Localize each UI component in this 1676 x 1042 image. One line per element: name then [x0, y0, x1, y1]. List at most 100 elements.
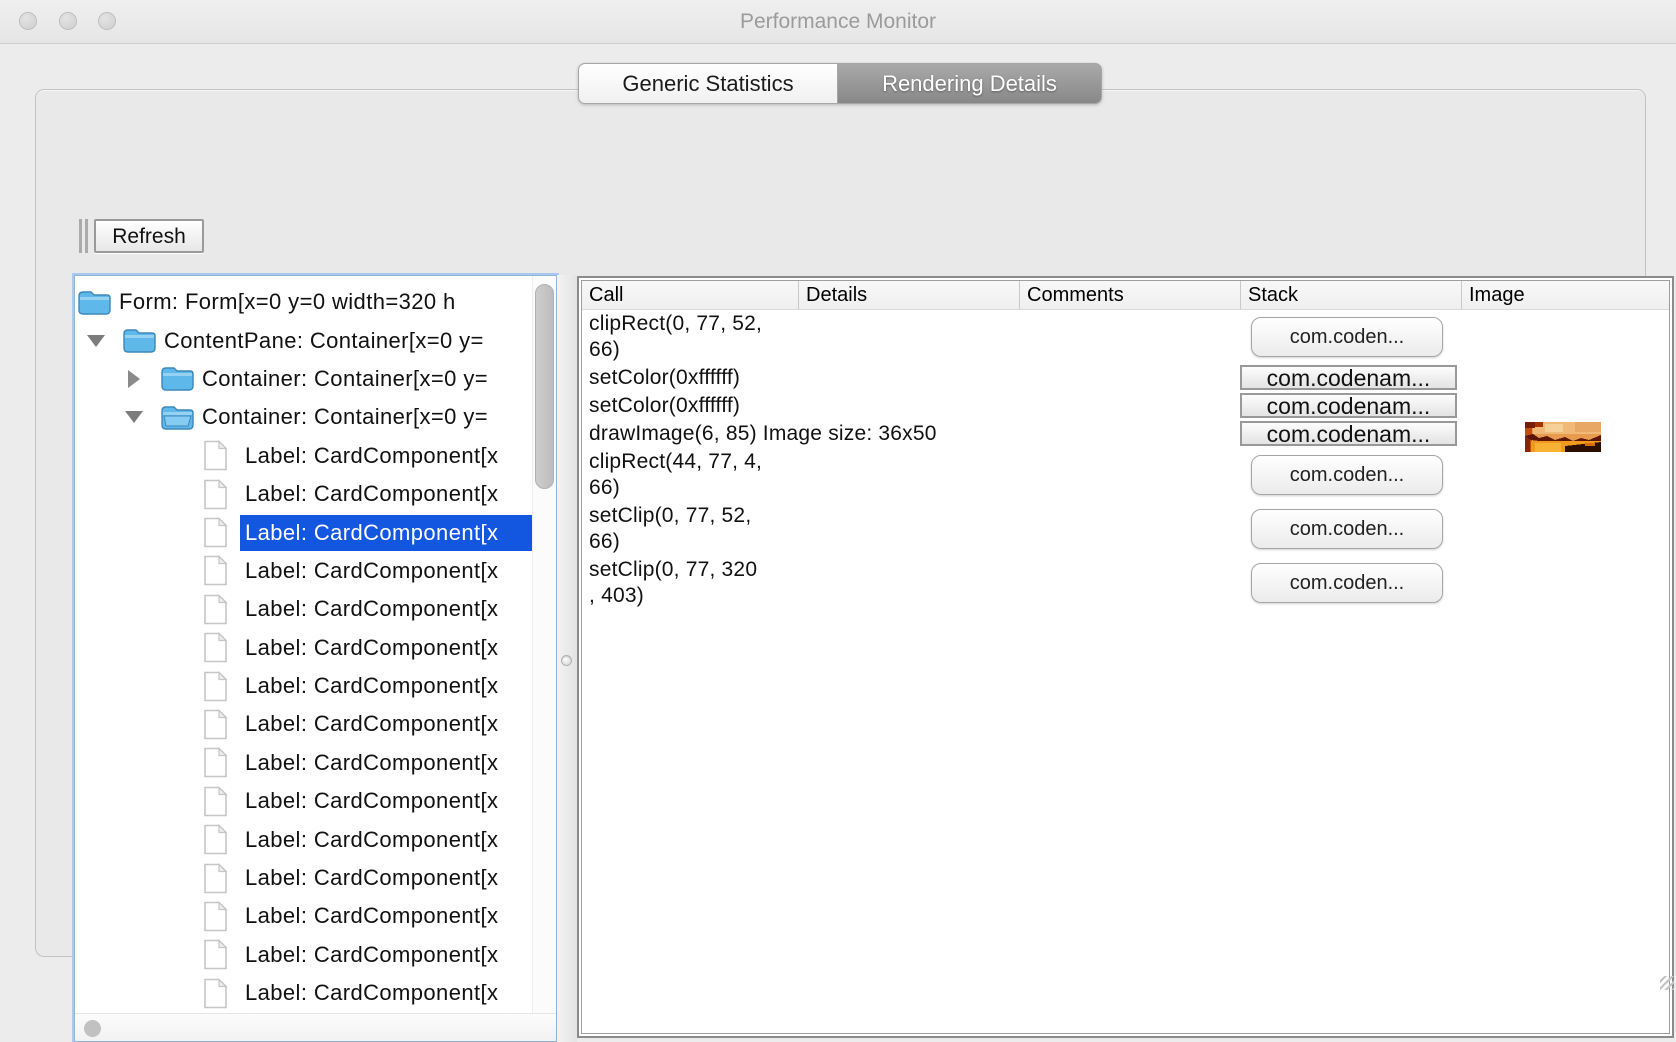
- stack-trace-button[interactable]: com.coden...: [1251, 455, 1443, 495]
- toolbar-grip[interactable]: [79, 219, 82, 253]
- image-cell: [1461, 556, 1669, 610]
- page-icon: [203, 901, 228, 932]
- table-row[interactable]: setClip(0, 77, 52, 66)com.coden...: [582, 502, 1669, 556]
- page-icon: [203, 594, 228, 625]
- column-header-image[interactable]: Image: [1461, 281, 1669, 309]
- details-cell: [798, 448, 1019, 502]
- image-cell: [1461, 310, 1669, 364]
- table-header-row: Call Details Comments Stack Image: [582, 281, 1669, 310]
- tree-item-label: Label: CardComponent[x: [240, 438, 532, 474]
- split-pane-knob-icon: [561, 655, 572, 666]
- tree-item[interactable]: Label: CardComponent[x: [75, 974, 532, 1012]
- tree-item[interactable]: Label: CardComponent[x: [75, 859, 532, 897]
- tree-item[interactable]: Label: CardComponent[x: [75, 629, 532, 667]
- tree-item[interactable]: Container: Container[x=0 y=: [75, 398, 532, 436]
- folder-icon: [122, 327, 156, 354]
- tree-item-label: Label: CardComponent[x: [240, 898, 532, 934]
- tree-item[interactable]: Label: CardComponent[x: [75, 744, 532, 782]
- disclosure-triangle-icon[interactable]: [87, 335, 105, 347]
- tree-item[interactable]: Label: CardComponent[x: [75, 667, 532, 705]
- table-row[interactable]: clipRect(44, 77, 4, 66) com.coden...: [582, 448, 1669, 502]
- details-cell: [798, 310, 1019, 364]
- tree-item-label: Label: CardComponent[x: [240, 975, 532, 1011]
- tree-item-label: Form: Form[x=0 y=0 width=320 h: [114, 284, 532, 320]
- column-header-call[interactable]: Call: [582, 281, 798, 309]
- tree-horizontal-scrollbar[interactable]: [75, 1013, 556, 1041]
- tree-item[interactable]: Label: CardComponent[x: [75, 782, 532, 820]
- tree-item-label: Label: CardComponent[x: [240, 553, 532, 589]
- stack-trace-button[interactable]: com.coden...: [1251, 563, 1443, 603]
- tab-rendering-details[interactable]: Rendering Details: [837, 63, 1102, 104]
- details-cell: [798, 392, 1019, 420]
- tree-item[interactable]: Label: CardComponent[x: [75, 437, 532, 475]
- table-row[interactable]: setClip(0, 77, 320 , 403) com.coden...: [582, 556, 1669, 610]
- comments-cell: [1019, 448, 1240, 502]
- page-icon: [203, 978, 228, 1009]
- tree-horizontal-scrollbar-thumb[interactable]: [84, 1020, 101, 1037]
- stack-cell: com.codenam...: [1240, 364, 1461, 392]
- page-icon: [203, 863, 228, 894]
- tree-item-label: Label: CardComponent[x: [240, 860, 532, 896]
- page-icon: [203, 747, 228, 778]
- tree-item[interactable]: Container: Container[x=0 y=: [75, 360, 532, 398]
- stack-cell: com.coden...: [1240, 556, 1461, 610]
- render-calls-table: Call Details Comments Stack Image clipRe…: [581, 280, 1670, 1034]
- window-title: Performance Monitor: [0, 0, 1676, 44]
- split-pane-divider[interactable]: [557, 275, 577, 1042]
- page-icon: [203, 939, 228, 970]
- disclosure-triangle-icon[interactable]: [125, 370, 143, 388]
- component-tree: Form: Form[x=0 y=0 width=320 h ContentPa…: [75, 283, 532, 1013]
- details-cell: [798, 502, 1019, 556]
- comments-cell: [1019, 364, 1240, 392]
- disclosure-triangle-icon[interactable]: [125, 411, 143, 423]
- tree-item-label: Label: CardComponent[x: [240, 745, 532, 781]
- component-tree-panel: Form: Form[x=0 y=0 width=320 h ContentPa…: [74, 275, 557, 1042]
- table-row[interactable]: setColor(0xffffff)com.codenam...: [582, 392, 1669, 420]
- column-header-comments[interactable]: Comments: [1019, 281, 1240, 309]
- image-cell: [1461, 420, 1669, 448]
- tree-vertical-scrollbar[interactable]: [532, 276, 556, 1013]
- window-resize-grip[interactable]: [1660, 976, 1674, 990]
- table-row[interactable]: drawImage(6, 85) Image size: 36x50com.co…: [582, 420, 1669, 448]
- folder-open-icon: [160, 404, 194, 431]
- tree-item[interactable]: Label: CardComponent[x: [75, 897, 532, 935]
- page-icon: [203, 824, 228, 855]
- tree-item[interactable]: Label: CardComponent[x: [75, 513, 532, 551]
- tree-item-label: Label: CardComponent[x: [240, 783, 532, 819]
- stack-trace-button[interactable]: com.coden...: [1251, 509, 1443, 549]
- tree-item[interactable]: Label: CardComponent[x: [75, 590, 532, 628]
- stack-cell: com.coden...: [1240, 502, 1461, 556]
- stack-cell: com.codenam...: [1240, 420, 1461, 448]
- tree-vertical-scrollbar-thumb[interactable]: [535, 284, 554, 489]
- stack-cell: com.codenam...: [1240, 392, 1461, 420]
- tree-item[interactable]: Label: CardComponent[x: [75, 475, 532, 513]
- comments-cell: [1019, 556, 1240, 610]
- stack-trace-button[interactable]: com.codenam...: [1240, 421, 1457, 446]
- table-row[interactable]: setColor(0xffffff)com.codenam...: [582, 364, 1669, 392]
- tree-item[interactable]: Label: CardComponent[x: [75, 552, 532, 590]
- stack-trace-button[interactable]: com.codenam...: [1240, 393, 1457, 418]
- stack-trace-button[interactable]: com.codenam...: [1240, 365, 1457, 390]
- toolbar-grip[interactable]: [85, 219, 88, 253]
- image-cell: [1461, 392, 1669, 420]
- call-cell: setClip(0, 77, 320 , 403): [582, 556, 798, 610]
- tree-item[interactable]: ContentPane: Container[x=0 y=: [75, 321, 532, 359]
- render-calls-table-panel: Call Details Comments Stack Image clipRe…: [577, 276, 1674, 1038]
- refresh-button[interactable]: Refresh: [94, 219, 204, 253]
- tree-item[interactable]: Label: CardComponent[x: [75, 936, 532, 974]
- tab-generic-statistics[interactable]: Generic Statistics: [578, 63, 837, 104]
- stack-trace-button[interactable]: com.coden...: [1251, 317, 1443, 357]
- call-cell: clipRect(44, 77, 4, 66): [582, 448, 798, 502]
- column-header-details[interactable]: Details: [798, 281, 1019, 309]
- performance-monitor-window: { "window": { "title": "Performance Moni…: [0, 0, 1676, 992]
- table-row[interactable]: clipRect(0, 77, 52, 66)com.coden...: [582, 310, 1669, 364]
- tree-item-label: Label: CardComponent[x: [240, 822, 532, 858]
- image-cell: [1461, 364, 1669, 392]
- tree-item[interactable]: Label: CardComponent[x: [75, 705, 532, 743]
- tree-item[interactable]: Label: CardComponent[x: [75, 820, 532, 858]
- tree-item[interactable]: Form: Form[x=0 y=0 width=320 h: [75, 283, 532, 321]
- page-icon: [203, 632, 228, 663]
- tree-item-label: Container: Container[x=0 y=: [197, 399, 532, 435]
- column-header-stack[interactable]: Stack: [1240, 281, 1461, 309]
- page-icon: [203, 440, 228, 471]
